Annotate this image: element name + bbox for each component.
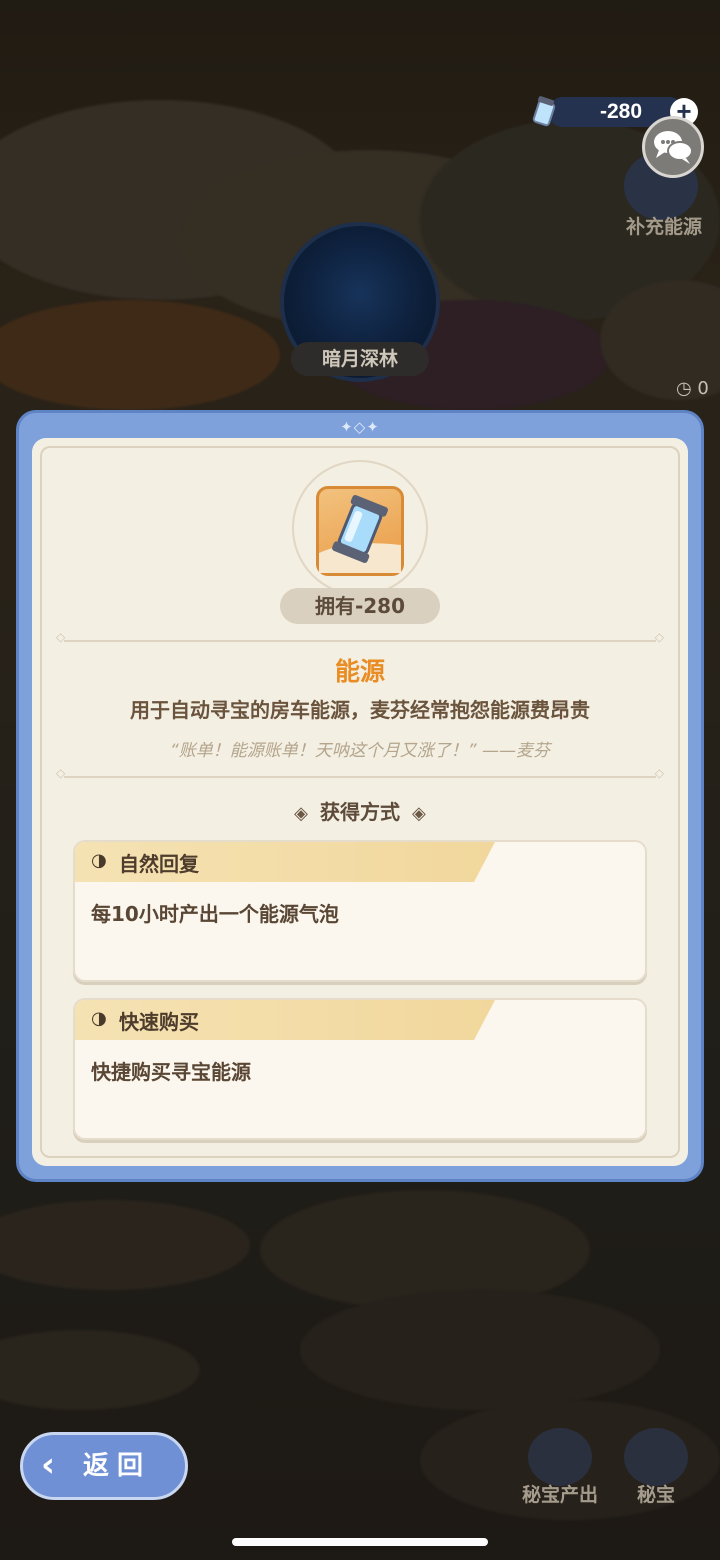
chat-bubbles-icon [654,131,693,164]
location-timer: ◷ 0 [676,378,709,399]
bulb-icon: ◑ [91,1008,107,1029]
energy-canister-icon [530,96,560,128]
energy-item-tile [316,486,404,576]
treasure-output-icon[interactable] [528,1428,592,1486]
diamond-ornament-icon: ◈ [412,803,426,824]
energy-canister-icon [319,494,401,573]
location-name[interactable]: 暗月深林 [291,342,429,376]
back-button[interactable]: ‹ 返回 [20,1432,188,1500]
treasure-chest-icon[interactable] [624,1428,688,1486]
bulb-icon: ◑ [91,850,107,871]
obtain-method-card-quick-buy[interactable]: ◑ 快速购买 快捷购买寻宝能源 [73,998,647,1140]
item-quote: “账单！能源账单！天呐这个月又涨了！” ——麦芬 [169,741,551,761]
home-indicator[interactable] [232,1538,488,1546]
divider-top [56,630,664,644]
treasure-label[interactable]: 秘宝 [620,1480,692,1507]
obtain-methods-label: 获得方式 [320,800,400,824]
back-label: 返回 [83,1451,152,1481]
item-title: 能源 [334,657,385,686]
divider-bottom [56,766,664,780]
treasure-output-label[interactable]: 秘宝产出 [510,1480,610,1507]
card-title: 自然回复 [119,852,199,876]
modal-top-ornament: ✦◇✦ [340,418,380,436]
obtain-methods-header: ◈ 获得方式 ◈ [0,796,720,825]
item-description: 用于自动寻宝的房车能源，麦芬经常抱怨能源费昂贵 [130,698,590,722]
chat-button[interactable] [642,116,704,178]
refill-energy-label[interactable]: 补充能源 [612,212,716,239]
owned-count: 拥有-280 [280,588,440,624]
card-title: 快速购买 [119,1010,199,1034]
card-body: 快捷购买寻宝能源 [91,1060,251,1084]
back-arrow-icon: ‹ [41,1445,56,1485]
energy-value: -280 [599,100,642,123]
card-body: 每10小时产出一个能源气泡 [91,902,339,926]
diamond-ornament-icon: ◈ [294,803,308,824]
obtain-method-card-natural[interactable]: ◑ 自然回复 每10小时产出一个能源气泡 [73,840,647,982]
